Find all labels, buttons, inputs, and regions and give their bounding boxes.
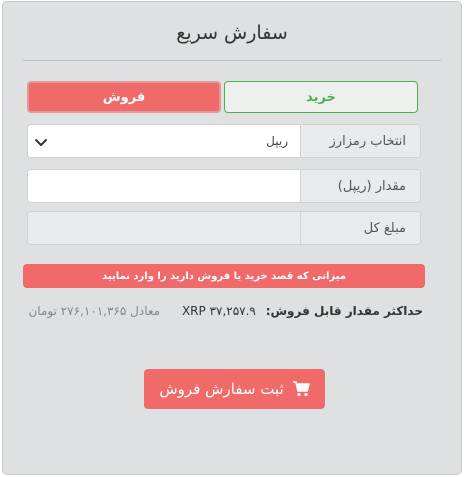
crypto-select-value: ریپل	[266, 134, 288, 148]
submit-sell-order-button[interactable]: ثبت سفارش فروش	[144, 369, 325, 409]
validation-alert: میزانی که قصد خرید یا فروش دارید را وارد…	[23, 264, 425, 288]
chevron-down-icon	[35, 139, 47, 146]
crypto-select[interactable]: ریپل	[28, 125, 300, 157]
tab-buy[interactable]: خرید	[224, 81, 418, 113]
total-label: مبلغ کل	[300, 212, 420, 244]
max-sell-value: XRP ۳۷,۲۵۷.۹	[181, 304, 256, 318]
amount-label: مقدار (ریپل)	[300, 170, 420, 202]
total-row: مبلغ کل	[27, 211, 421, 245]
amount-input[interactable]	[28, 170, 300, 202]
crypto-select-label: انتخاب رمزارز	[300, 125, 420, 157]
submit-button-label: ثبت سفارش فروش	[159, 380, 284, 398]
title-divider	[23, 60, 441, 61]
total-input	[28, 212, 300, 244]
tab-sell[interactable]: فروش	[27, 81, 221, 113]
cart-icon	[292, 381, 310, 397]
amount-row: مقدار (ریپل)	[27, 169, 421, 203]
quick-order-panel: سفارش سریع خرید فروش انتخاب رمزارز ریپل …	[2, 1, 462, 475]
page-title: سفارش سریع	[176, 22, 288, 44]
max-sell-equivalent: معادل ۲۷۶,۱۰۱,۳۶۵ تومان	[28, 304, 161, 318]
crypto-select-row: انتخاب رمزارز ریپل	[27, 124, 421, 158]
max-sell-info: حداکثر مقدار قابل فروش: XRP ۳۷,۲۵۷.۹ معا…	[28, 304, 423, 318]
max-sell-label: حداکثر مقدار قابل فروش:	[265, 304, 423, 318]
